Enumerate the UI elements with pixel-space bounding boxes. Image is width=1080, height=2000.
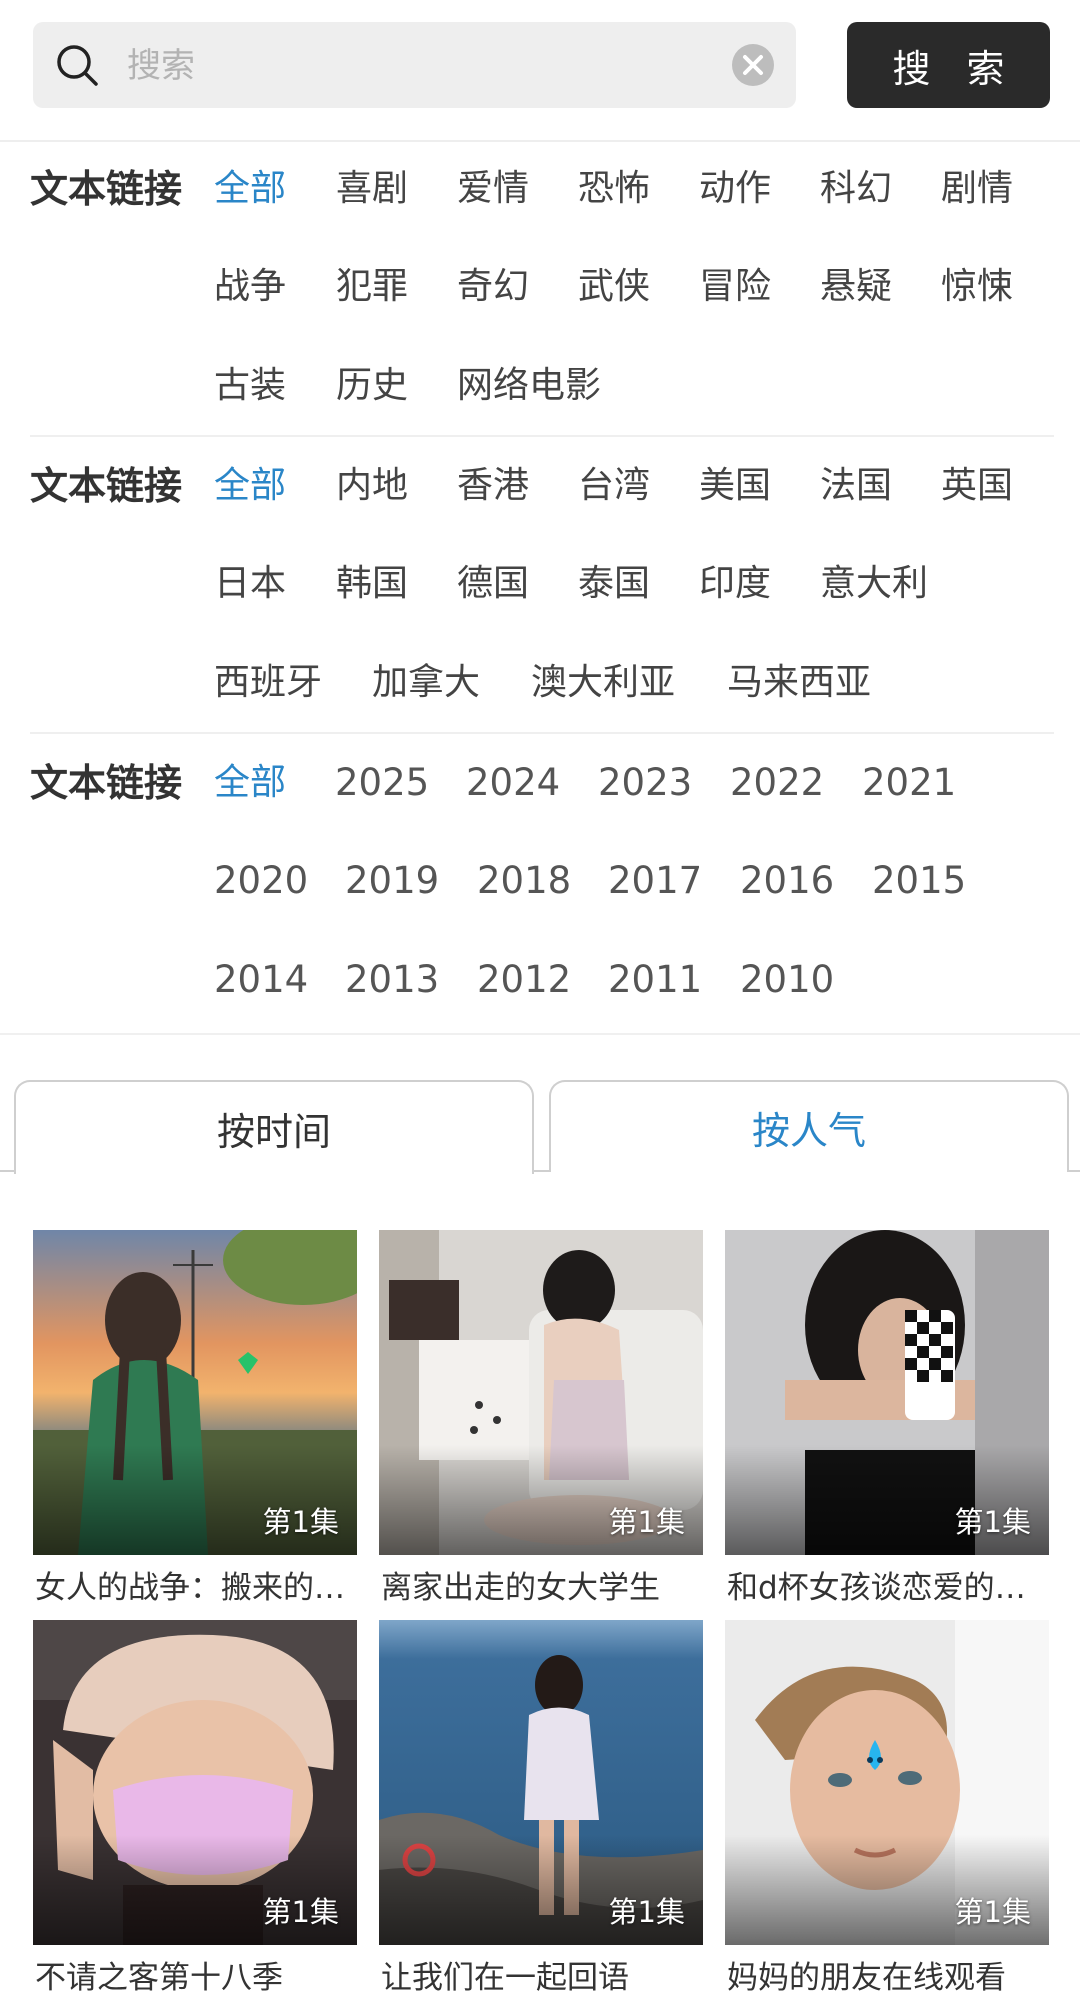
- filter-option[interactable]: 澳大利亚: [531, 634, 675, 732]
- filter-label: 文本链接: [30, 761, 183, 805]
- filter-option[interactable]: 历史: [336, 337, 408, 435]
- filter-option[interactable]: 2011: [608, 931, 702, 1029]
- filter-label: 文本链接: [30, 167, 183, 211]
- episode-badge: 第1集: [608, 1505, 685, 1539]
- filter-option[interactable]: 德国: [457, 535, 529, 633]
- episode-badge: 第1集: [262, 1895, 339, 1929]
- filter-option[interactable]: 法国: [820, 437, 892, 535]
- filter-option[interactable]: 内地: [336, 437, 408, 535]
- filter-option[interactable]: 韩国: [336, 535, 408, 633]
- filter-option[interactable]: 悬疑: [820, 238, 892, 336]
- filter-option[interactable]: 2017: [608, 832, 702, 930]
- video-title[interactable]: 和d杯女孩谈恋爱的日子: [727, 1566, 1049, 1610]
- filter-option[interactable]: 奇幻: [457, 238, 529, 336]
- filter-option[interactable]: 2018: [477, 832, 571, 930]
- video-title[interactable]: 妈妈的朋友在线观看: [727, 1956, 1049, 2000]
- episode-badge: 第1集: [608, 1895, 685, 1929]
- filter-option[interactable]: 2022: [730, 734, 824, 832]
- filter-option[interactable]: 2014: [214, 931, 308, 1029]
- filter-option[interactable]: 剧情: [941, 140, 1013, 238]
- filter-option[interactable]: 2020: [214, 832, 308, 930]
- filter-option[interactable]: 全部: [214, 140, 286, 238]
- filter-option[interactable]: 2025: [335, 734, 429, 832]
- video-title[interactable]: 让我们在一起回语: [381, 1956, 703, 2000]
- filter-option[interactable]: 英国: [941, 437, 1013, 535]
- video-thumbnail: 第1集: [33, 1230, 357, 1555]
- filter-option[interactable]: 美国: [699, 437, 771, 535]
- filter-option[interactable]: 印度: [699, 535, 771, 633]
- video-thumbnail: 第1集: [33, 1620, 357, 1945]
- filter-option[interactable]: 2019: [345, 832, 439, 930]
- filter-option[interactable]: 2015: [872, 832, 966, 930]
- filter-option[interactable]: 动作: [699, 140, 771, 238]
- clear-icon[interactable]: [730, 42, 776, 88]
- video-thumbnail: 第1集: [725, 1620, 1049, 1945]
- filter-group: 文本链接 全部 2025 2024 2023 2022 2021 2020 2019 2018 20…: [0, 734, 1080, 1033]
- filter-group: 文本链接 全部 内地 香港 台湾 美国 法国 英国日本 韩国 德国 泰国 印度 意大利西班牙 加拿大 澳大利…: [0, 437, 1080, 734]
- search-icon: [57, 45, 98, 86]
- checkered-phone: [905, 1310, 955, 1420]
- episode-badge: 第1集: [954, 1505, 1031, 1539]
- video-title[interactable]: 离家出走的女大学生: [381, 1566, 703, 1610]
- filter-option[interactable]: 2021: [862, 734, 956, 832]
- filter-option[interactable]: 日本: [214, 535, 286, 633]
- filter-option[interactable]: 古装: [214, 337, 286, 435]
- filter-option[interactable]: 香港: [457, 437, 529, 535]
- video-thumbnail: 第1集: [379, 1620, 703, 1945]
- search-field-container[interactable]: [33, 22, 796, 108]
- filter-option[interactable]: 犯罪: [336, 238, 408, 336]
- video-thumbnail: 第1集: [725, 1230, 1049, 1555]
- filter-group: 文本链接 全部 喜剧 爱情 恐怖 动作 科幻 剧情战争 犯罪 奇幻 武侠 冒险 悬疑 惊悚古装 历史 网络电影: [0, 140, 1080, 437]
- filter-option[interactable]: 泰国: [578, 535, 650, 633]
- section-divider: [0, 1033, 1080, 1035]
- filter-option[interactable]: 惊悚: [941, 238, 1013, 336]
- filter-option[interactable]: 网络电影: [457, 337, 601, 435]
- filter-option[interactable]: 2013: [345, 931, 439, 1029]
- filter-option[interactable]: 恐怖: [578, 140, 650, 238]
- video-title[interactable]: 女人的战争：搬来的女孩: [35, 1566, 357, 1610]
- tab-by-popularity[interactable]: 按人气: [549, 1080, 1069, 1172]
- filter-option[interactable]: 加拿大: [372, 634, 480, 732]
- tab-by-time[interactable]: 按时间: [14, 1080, 534, 1174]
- filter-option[interactable]: 台湾: [578, 437, 650, 535]
- filter-option[interactable]: 2010: [740, 931, 834, 1029]
- search-input[interactable]: [125, 32, 709, 100]
- filter-option[interactable]: 马来西亚: [727, 634, 871, 732]
- filter-option[interactable]: 武侠: [578, 238, 650, 336]
- filter-label: 文本链接: [30, 464, 183, 508]
- filter-option[interactable]: 2024: [466, 734, 560, 832]
- filter-option[interactable]: 2016: [740, 832, 834, 930]
- filter-option[interactable]: 2012: [477, 931, 571, 1029]
- search-button[interactable]: 搜 索: [847, 22, 1050, 108]
- filter-option[interactable]: 战争: [214, 238, 286, 336]
- filter-option[interactable]: 2023: [598, 734, 692, 832]
- filter-option[interactable]: 意大利: [820, 535, 928, 633]
- filter-option[interactable]: 全部: [214, 734, 286, 832]
- filter-option[interactable]: 爱情: [457, 140, 529, 238]
- filter-option[interactable]: 喜剧: [336, 140, 408, 238]
- search-bar: 搜 索: [0, 0, 1080, 142]
- filter-option[interactable]: 西班牙: [214, 634, 322, 732]
- video-thumbnail: 第1集: [379, 1230, 703, 1555]
- sort-tabs: 按时间 按人气: [0, 1080, 1080, 1174]
- video-title[interactable]: 不请之客第十八季: [35, 1956, 357, 2000]
- filter-option[interactable]: 科幻: [820, 140, 892, 238]
- episode-badge: 第1集: [954, 1895, 1031, 1929]
- episode-badge: 第1集: [262, 1505, 339, 1539]
- filter-option[interactable]: 全部: [214, 437, 286, 535]
- filter-option[interactable]: 冒险: [699, 238, 771, 336]
